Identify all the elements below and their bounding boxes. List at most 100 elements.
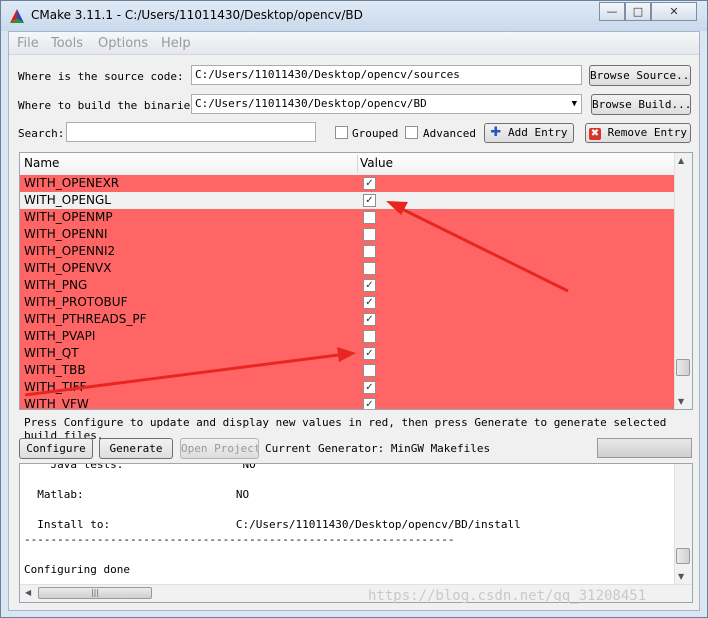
client-area: File Tools Options Help Where is the sou…	[8, 31, 700, 611]
add-entry-label: Add Entry	[507, 126, 568, 139]
output-vertical-scrollbar[interactable]: ▼	[674, 464, 692, 586]
table-header: Name Value	[20, 153, 675, 176]
advanced-checkbox[interactable]	[405, 126, 418, 139]
close-button[interactable]: ✕	[651, 2, 697, 21]
entry-name: WITH_OPENGL	[24, 193, 111, 207]
output-hscroll-thumb[interactable]: |||	[38, 587, 152, 599]
add-entry-button[interactable]: ✚ Add Entry	[484, 123, 574, 143]
entry-value-checkbox[interactable]	[363, 245, 376, 258]
menu-tools[interactable]: Tools	[51, 36, 83, 51]
output-line: Install to: C:/Users/11011430/Desktop/op…	[24, 518, 521, 531]
cmake-window: CMake 3.11.1 - C:/Users/11011430/Desktop…	[0, 0, 708, 618]
remove-entry-label: Remove Entry	[607, 126, 688, 139]
entry-name: WITH_TBB	[24, 363, 86, 377]
remove-icon: ✖	[588, 128, 601, 140]
entry-value-checkbox[interactable]	[363, 262, 376, 275]
output-scroll-thumb[interactable]	[676, 548, 690, 564]
table-row[interactable]: WITH_QT ✓	[20, 345, 676, 362]
entry-name: WITH_OPENNI2	[24, 244, 116, 258]
entry-name: WITH_PVAPI	[24, 329, 96, 343]
table-row[interactable]: WITH_OPENMP	[20, 209, 676, 226]
plus-icon: ✚	[490, 125, 502, 140]
table-row[interactable]: WITH_PVAPI	[20, 328, 676, 345]
entry-value-checkbox[interactable]: ✓	[363, 381, 376, 394]
table-row[interactable]: WITH_TIFF ✓	[20, 379, 676, 396]
entry-value-checkbox[interactable]: ✓	[363, 347, 376, 360]
entry-name: WITH_OPENNI	[24, 227, 108, 241]
entry-name: WITH_VFW	[24, 397, 89, 410]
column-value-header[interactable]: Value	[360, 156, 393, 170]
entry-name: WITH_TIFF	[24, 380, 87, 394]
menu-options[interactable]: Options	[98, 36, 148, 51]
open-project-button[interactable]: Open Project	[180, 438, 259, 459]
entry-name: WITH_PROTOBUF	[24, 295, 128, 309]
entry-value-checkbox[interactable]: ✓	[363, 177, 376, 190]
scroll-down-icon[interactable]: ▼	[678, 397, 684, 406]
entry-name: WITH_PTHREADS_PF	[24, 312, 147, 326]
generate-button[interactable]: Generate	[99, 438, 173, 459]
grouped-checkbox[interactable]	[335, 126, 348, 139]
cmake-logo-icon	[10, 9, 24, 23]
entry-value-checkbox[interactable]: ✓	[363, 313, 376, 326]
maximize-button[interactable]: □	[625, 2, 651, 21]
build-label: Where to build the binaries:	[18, 99, 204, 112]
browse-source-button[interactable]: Browse Source...	[589, 65, 691, 86]
column-divider[interactable]	[357, 155, 358, 173]
search-input[interactable]	[66, 122, 316, 142]
entry-value-checkbox[interactable]: ✓	[363, 296, 376, 309]
build-path-value: C:/Users/11011430/Desktop/opencv/BD	[195, 97, 427, 110]
configure-button[interactable]: Configure	[19, 438, 93, 459]
scroll-thumb[interactable]	[676, 359, 690, 376]
table-vertical-scrollbar[interactable]: ▲ ▼	[674, 153, 692, 409]
table-row[interactable]: WITH_PROTOBUF ✓	[20, 294, 676, 311]
table-row[interactable]: WITH_OPENNI2	[20, 243, 676, 260]
search-label: Search:	[18, 127, 65, 140]
advanced-label: Advanced	[423, 127, 476, 140]
scroll-left-icon[interactable]: ◀	[25, 588, 31, 597]
title-bar[interactable]: CMake 3.11.1 - C:/Users/11011430/Desktop…	[1, 1, 707, 31]
build-path-combobox[interactable]: C:/Users/11011430/Desktop/opencv/BD ▼	[191, 94, 582, 114]
column-name-header[interactable]: Name	[24, 156, 59, 170]
scroll-up-icon[interactable]: ▲	[678, 156, 684, 165]
entry-value-checkbox[interactable]	[363, 211, 376, 224]
output-scroll-down-icon[interactable]: ▼	[678, 572, 684, 581]
table-rows: WITH_OPENEXR ✓ WITH_OPENGL ✓ WITH_OPENMP WITH…	[20, 175, 676, 410]
menu-file[interactable]: File	[17, 36, 39, 51]
minimize-button[interactable]: —	[599, 2, 625, 21]
menu-bar: File Tools Options Help	[9, 32, 699, 55]
entry-value-checkbox[interactable]: ✓	[363, 194, 376, 207]
table-row[interactable]: WITH_OPENEXR ✓	[20, 175, 676, 192]
cache-entries-table: Name Value WITH_OPENEXR ✓ WITH_OPENGL ✓ WITH…	[19, 152, 693, 410]
entry-value-checkbox[interactable]	[363, 330, 376, 343]
output-line: Matlab: NO	[24, 488, 250, 501]
source-label: Where is the source code:	[18, 70, 184, 83]
entry-name: WITH_OPENEXR	[24, 176, 120, 190]
table-row[interactable]: WITH_OPENVX	[20, 260, 676, 277]
entry-value-checkbox[interactable]	[363, 364, 376, 377]
source-path-field[interactable]: C:/Users/11011430/Desktop/opencv/sources	[191, 65, 582, 85]
entry-name: WITH_QT	[24, 346, 79, 360]
table-row[interactable]: WITH_OPENGL ✓	[20, 192, 676, 209]
output-line: ----------------------------------------…	[24, 533, 455, 546]
menu-help[interactable]: Help	[161, 36, 191, 51]
window-title: CMake 3.11.1 - C:/Users/11011430/Desktop…	[31, 8, 363, 22]
entry-value-checkbox[interactable]: ✓	[363, 398, 376, 409]
browse-build-button[interactable]: Browse Build...	[591, 94, 691, 115]
chevron-down-icon[interactable]: ▼	[572, 95, 577, 113]
table-row[interactable]: WITH_PTHREADS_PF ✓	[20, 311, 676, 328]
progress-bar	[597, 438, 692, 458]
entry-name: WITH_OPENMP	[24, 210, 113, 224]
entry-value-checkbox[interactable]	[363, 228, 376, 241]
output-log[interactable]: Configuring done ------------------------…	[19, 463, 693, 603]
current-generator-text: Current Generator: MinGW Makefiles	[265, 442, 491, 455]
entry-value-checkbox[interactable]: ✓	[363, 279, 376, 292]
remove-entry-button[interactable]: ✖ Remove Entry	[585, 123, 691, 143]
watermark: https://blog.csdn.net/qq_31208451	[368, 588, 647, 604]
table-row[interactable]: WITH_OPENNI	[20, 226, 676, 243]
table-row[interactable]: WITH_VFW ✓	[20, 396, 676, 410]
output-line: Configuring done	[24, 563, 130, 576]
table-row[interactable]: WITH_TBB	[20, 362, 676, 379]
grouped-label: Grouped	[352, 127, 399, 140]
table-row[interactable]: WITH_PNG ✓	[20, 277, 676, 294]
entry-name: WITH_OPENVX	[24, 261, 112, 275]
